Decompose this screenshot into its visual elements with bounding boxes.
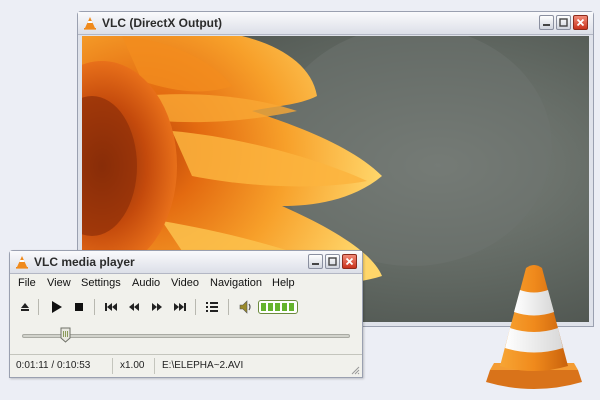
play-icon [52,301,62,313]
time-display: 0:01:11 / 0:10:53 [16,360,91,371]
fast-forward-icon [152,303,162,311]
minimize-icon [312,263,319,265]
playlist-button[interactable] [203,298,221,316]
menu-audio[interactable]: Audio [132,277,160,289]
status-separator [112,358,113,374]
volume-level [261,303,295,311]
resize-grip-icon[interactable] [350,365,360,375]
file-name: E:\ELEPHA~2.AVI [162,360,244,371]
rewind-button[interactable] [125,298,143,316]
seek-handle[interactable] [60,327,71,343]
menu-navigation[interactable]: Navigation [210,277,262,289]
status-bar: 0:01:11 / 0:10:53 x1.00 E:\ELEPHA~2.AVI [10,354,362,377]
seek-track[interactable] [22,334,350,338]
maximize-button[interactable] [325,254,340,269]
minimize-button[interactable] [539,15,554,30]
stop-icon [75,303,83,311]
play-button[interactable] [47,298,65,316]
menu-help[interactable]: Help [272,277,295,289]
volume-slider[interactable] [258,300,298,314]
previous-icon [105,303,117,311]
vlc-cone-icon [16,256,28,269]
playback-controls [10,295,362,319]
vlc-cone-icon [84,17,96,30]
player-window-titlebar[interactable]: VLC media player [10,251,362,274]
menu-video[interactable]: Video [171,277,199,289]
player-window: VLC media player File View Settings Audi… [9,250,363,378]
vlc-cone-logo [486,265,582,389]
controls-separator [94,299,95,315]
player-window-title: VLC media player [34,255,135,269]
next-icon [174,303,186,311]
menu-file[interactable]: File [18,277,36,289]
fast-forward-button[interactable] [148,298,166,316]
close-icon [576,18,585,27]
volume-icon [239,300,251,314]
minimize-icon [543,24,550,26]
controls-separator [228,299,229,315]
video-window-title: VLC (DirectX Output) [102,16,222,30]
mute-button[interactable] [237,298,255,316]
stop-button[interactable] [70,298,88,316]
menu-settings[interactable]: Settings [81,277,121,289]
maximize-icon [328,257,337,266]
maximize-icon [559,18,568,27]
controls-separator [195,299,196,315]
close-button[interactable] [342,254,357,269]
status-separator [154,358,155,374]
eject-button[interactable] [16,298,34,316]
next-button[interactable] [171,298,189,316]
speed-display: x1.00 [120,360,145,371]
rewind-icon [129,303,139,311]
menu-view[interactable]: View [47,277,71,289]
maximize-button[interactable] [556,15,571,30]
close-button[interactable] [573,15,588,30]
previous-button[interactable] [102,298,120,316]
playlist-icon [206,302,218,312]
close-icon [345,257,354,266]
minimize-button[interactable] [308,254,323,269]
eject-icon [21,303,29,311]
menu-bar: File View Settings Audio Video Navigatio… [10,274,362,292]
video-window-titlebar[interactable]: VLC (DirectX Output) [78,12,593,35]
controls-separator [38,299,39,315]
